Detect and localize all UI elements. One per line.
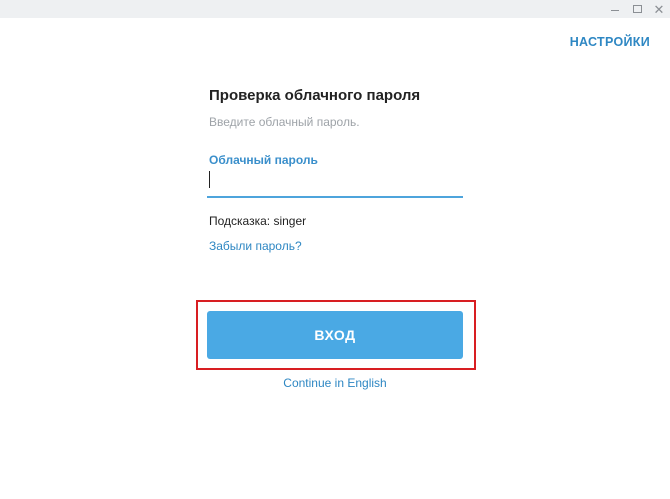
maximize-button[interactable]: [626, 0, 648, 18]
login-button[interactable]: ВХОД: [207, 311, 463, 359]
forgot-password-link[interactable]: Забыли пароль?: [209, 239, 302, 253]
app-window: ✕ НАСТРОЙКИ Проверка облачного пароля Вв…: [0, 0, 670, 499]
page-title: Проверка облачного пароля: [209, 87, 421, 104]
minimize-button[interactable]: [604, 0, 626, 18]
title-bar: ✕: [0, 0, 670, 18]
page-subtitle: Введите облачный пароль.: [209, 115, 360, 129]
minimize-icon: [611, 10, 619, 11]
password-input[interactable]: [207, 168, 463, 198]
close-icon: ✕: [653, 1, 665, 17]
password-hint: Подсказка: singer: [209, 214, 307, 228]
maximize-icon: [632, 5, 642, 13]
login-button-label: ВХОД: [314, 327, 356, 343]
close-button[interactable]: ✕: [648, 0, 670, 18]
settings-link[interactable]: НАСТРОЙКИ: [570, 35, 650, 49]
password-field-label: Облачный пароль: [209, 153, 318, 167]
continue-in-english-link[interactable]: Continue in English: [207, 376, 463, 390]
text-caret: [209, 171, 210, 188]
